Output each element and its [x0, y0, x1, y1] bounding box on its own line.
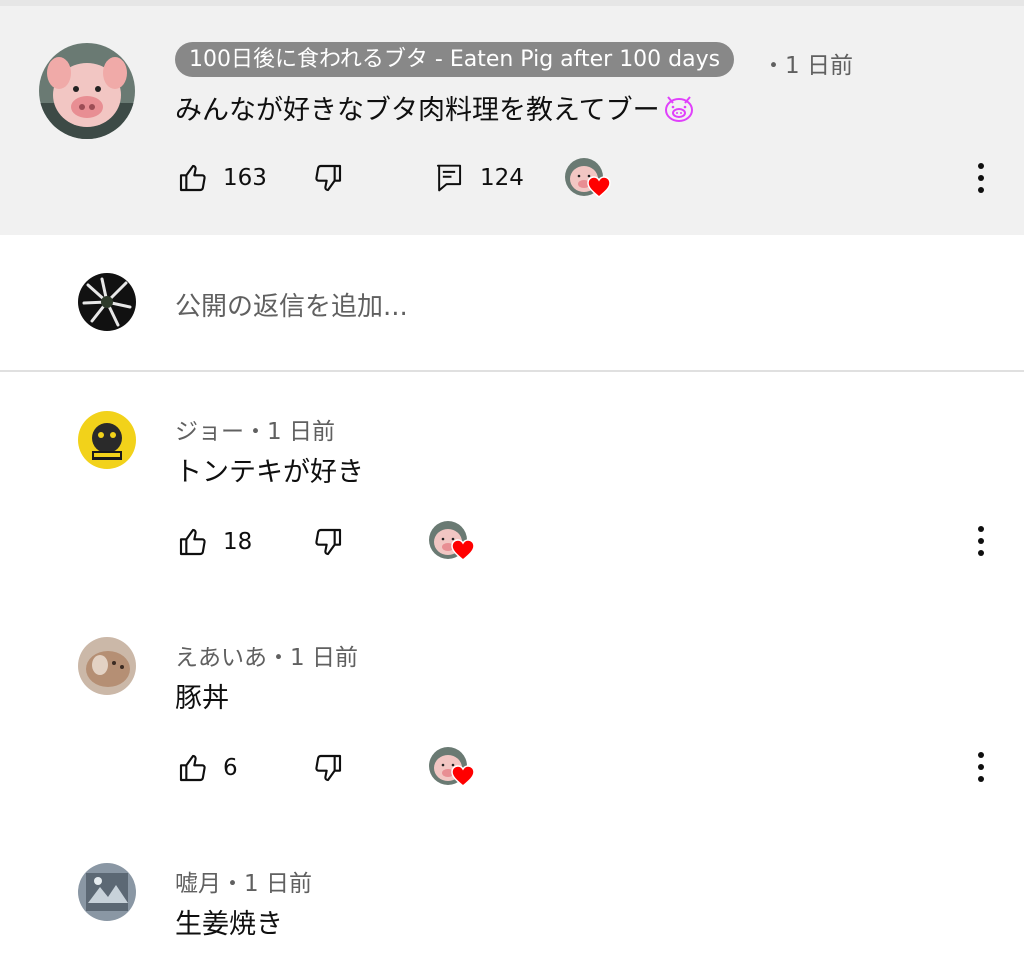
comment-time: ・1 日前: [244, 419, 335, 445]
thumb-up-icon: [179, 164, 206, 192]
comment-author[interactable]: えあいあ: [175, 645, 267, 671]
comment-author[interactable]: ジョー: [175, 419, 244, 445]
more-vert-icon: [978, 752, 984, 782]
reply-button[interactable]: 124: [434, 162, 524, 194]
thumb-down-icon: [315, 528, 342, 556]
comment-time: ・1 日前: [267, 645, 358, 671]
more-button[interactable]: [976, 751, 986, 783]
comment-header: ジョー・1 日前: [175, 412, 335, 446]
comment-text: 生姜焼き: [175, 909, 283, 940]
creator-heart: [565, 158, 611, 202]
like-button[interactable]: 6: [177, 752, 238, 784]
comment-header: 嘘月・1 日前: [175, 864, 312, 898]
author-badge[interactable]: 100日後に食われるブタ - Eaten Pig after 100 days: [175, 42, 735, 77]
dislike-button[interactable]: [312, 162, 344, 194]
comment-time: ・1 日前: [221, 871, 312, 897]
like-count: 6: [223, 755, 238, 781]
dislike-button[interactable]: [312, 526, 344, 558]
avatar[interactable]: [78, 411, 136, 469]
comment-icon: [436, 164, 462, 192]
creator-heart: [429, 747, 475, 791]
comment-time: ・1 日前: [762, 53, 853, 79]
creator-heart-icon: [587, 176, 611, 198]
comment-text: トンテキが好き: [175, 457, 364, 488]
comment-text: みんなが好きなブタ肉料理を教えてブー: [175, 88, 696, 130]
reply-input[interactable]: 公開の返信を追加...: [175, 286, 408, 323]
comment-text: 豚丼: [175, 683, 229, 714]
more-vert-icon: [978, 163, 984, 193]
avatar[interactable]: [78, 863, 136, 921]
pig-face-emoji: [662, 93, 696, 130]
more-vert-icon: [978, 526, 984, 556]
like-count: 18: [223, 529, 253, 555]
thumb-up-icon: [179, 754, 206, 782]
divider: [0, 370, 1024, 372]
creator-heart: [429, 521, 475, 565]
avatar: [78, 273, 136, 331]
dislike-button[interactable]: [312, 752, 344, 784]
reply-count: 124: [480, 165, 524, 191]
like-button[interactable]: 18: [177, 526, 252, 558]
more-button[interactable]: [976, 525, 986, 557]
comment-author[interactable]: 嘘月: [175, 871, 221, 897]
comment-text-body: みんなが好きなブタ肉料理を教えてブー: [175, 95, 660, 126]
thumb-down-icon: [315, 164, 342, 192]
reply-box: [0, 235, 1024, 370]
creator-heart-icon: [451, 539, 475, 561]
creator-heart-icon: [451, 765, 475, 787]
like-button[interactable]: 163: [177, 162, 267, 194]
avatar[interactable]: [78, 637, 136, 695]
thumb-down-icon: [315, 754, 342, 782]
like-count: 163: [223, 165, 267, 191]
thumb-up-icon: [179, 528, 206, 556]
more-button[interactable]: [976, 162, 986, 194]
avatar[interactable]: [39, 43, 135, 139]
comment-header: えあいあ・1 日前: [175, 638, 358, 672]
